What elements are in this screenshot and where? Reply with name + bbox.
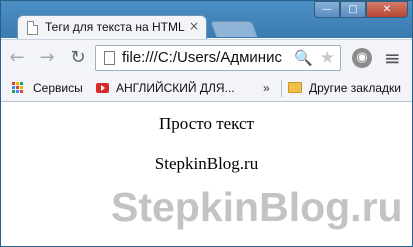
bookmarks-overflow-icon[interactable]: » xyxy=(263,81,270,95)
tab-title: Теги для текста на HTML xyxy=(45,20,185,34)
youtube-icon[interactable] xyxy=(96,83,109,93)
page-icon xyxy=(27,21,38,35)
reload-icon[interactable]: ↻ xyxy=(68,48,88,68)
paragraph-text: StepkinBlog.ru xyxy=(154,154,259,173)
window-controls: — □ ✕ xyxy=(314,1,408,18)
folder-icon[interactable] xyxy=(288,82,302,93)
browser-tab[interactable]: Теги для текста на HTML × xyxy=(17,15,207,39)
title-bar: Теги для текста на HTML × — □ ✕ xyxy=(1,1,412,39)
bookmark-other[interactable]: Другие закладки xyxy=(309,81,401,95)
star-bookmark-icon[interactable]: ★ xyxy=(320,48,335,68)
zoom-icon[interactable]: 🔍 xyxy=(294,49,313,67)
back-arrow-icon[interactable]: ← xyxy=(7,48,27,68)
maximize-button[interactable]: □ xyxy=(340,1,366,18)
watermark-text: StepkinBlog.ru xyxy=(111,184,403,230)
url-text[interactable]: file:///C:/Users/Админис xyxy=(122,49,290,66)
address-bar[interactable]: file:///C:/Users/Админис 🔍 ★ xyxy=(95,45,341,71)
menu-icon[interactable]: ≡ xyxy=(384,46,401,70)
bookmark-english[interactable]: АНГЛИЙСКИЙ ДЛЯ... xyxy=(116,81,235,95)
paragraph-text: Просто текст xyxy=(159,114,254,133)
bookmark-services[interactable]: Сервисы xyxy=(33,81,83,95)
forward-arrow-icon[interactable]: → xyxy=(37,48,57,68)
bookmarks-bar: Сервисы АНГЛИЙСКИЙ ДЛЯ... » Другие закла… xyxy=(1,76,412,102)
extension-icon[interactable]: ◉ xyxy=(352,48,372,68)
file-page-icon xyxy=(104,51,115,65)
divider xyxy=(281,80,282,97)
minimize-button[interactable]: — xyxy=(314,1,340,18)
new-tab-button[interactable] xyxy=(210,21,258,37)
close-window-button[interactable]: ✕ xyxy=(366,1,408,18)
apps-icon[interactable] xyxy=(12,82,24,94)
toolbar: ← → ↻ file:///C:/Users/Админис 🔍 ★ ◉ ≡ xyxy=(1,39,412,76)
browser-window: Теги для текста на HTML × — □ ✕ ← → ↻ fi… xyxy=(0,0,413,247)
page-content: Просто текст StepkinBlog.ru StepkinBlog.… xyxy=(1,102,412,246)
tab-close-icon[interactable]: × xyxy=(189,19,199,33)
